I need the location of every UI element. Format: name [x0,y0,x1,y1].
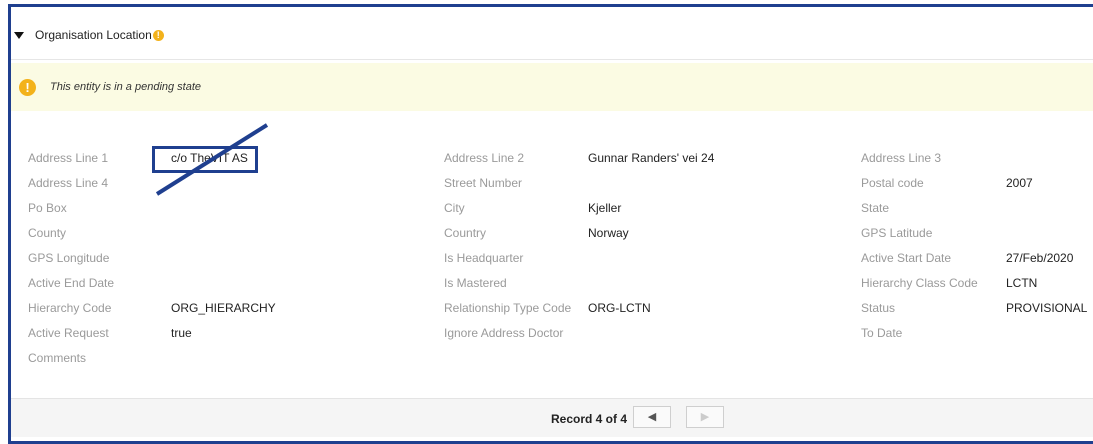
field-label: County [28,226,67,240]
pending-state-banner: ! This entity is in a pending state [11,63,1093,111]
next-record-button[interactable]: ▶ [686,406,724,428]
field-row: Comments [11,347,1093,372]
previous-record-button[interactable]: ◀ [633,406,671,428]
field-value: true [171,326,192,340]
field-value: 27/Feb/2020 [1006,251,1074,265]
field-label: Ignore Address Doctor [444,326,564,340]
field-row: Hierarchy Code ORG_HIERARCHY Relationship … [11,297,1093,322]
field-value: Norway [588,226,629,240]
pending-state-text: This entity is in a pending state [50,81,202,93]
field-label: Country [444,226,487,240]
field-label: Active Start Date [861,251,952,265]
field-value: Kjeller [588,201,622,215]
pager-bar: Record 4 of 4 ◀ ▶ [11,398,1093,437]
section-title: Organisation Location [35,28,152,42]
record-counter: Record 4 of 4 [551,412,628,426]
warning-icon: ! [152,29,164,41]
warning-icon: ! [19,78,36,96]
field-value: ORG-LCTN [588,301,651,315]
fields-grid: Address Line 1 c/o TheVIT AS Address Line … [11,147,1093,372]
field-label: Hierarchy Code [28,301,112,315]
field-row: Active Request true Ignore Address Doctor T… [11,322,1093,347]
field-label: State [861,201,890,215]
chevron-right-icon: ▶ [700,411,710,423]
field-label: Street Number [444,176,523,190]
field-row: County Country Norway GPS Latitude [11,222,1093,247]
field-label: Active Request [28,326,109,340]
field-label: Postal code [861,176,924,190]
field-label: Address Line 4 [28,176,109,190]
chevron-left-icon: ◀ [647,411,657,423]
annotation-box [152,146,258,173]
organisation-location-panel: Organisation Location ! ! This entity is… [8,4,1093,444]
field-label: GPS Longitude [28,251,110,265]
field-label: Comments [28,351,87,365]
field-value: PROVISIONAL [1006,301,1088,315]
field-row: Address Line 4 Street Number Postal code 20… [11,172,1093,197]
field-label: Is Mastered [444,276,507,290]
field-row: GPS Longitude Is Headquarter Active Start … [11,247,1093,272]
field-label: Relationship Type Code [444,301,572,315]
field-row: Po Box City Kjeller State [11,197,1093,222]
field-label: Is Headquarter [444,251,524,265]
section-header[interactable]: Organisation Location ! [11,19,1093,51]
field-value: Gunnar Randers' vei 24 [588,151,715,165]
field-label: Hierarchy Class Code [861,276,978,290]
field-value: 2007 [1006,176,1033,190]
field-value: LCTN [1006,276,1038,290]
divider [11,59,1093,60]
field-label: Address Line 3 [861,151,942,165]
field-label: To Date [861,326,903,340]
field-label: Address Line 2 [444,151,525,165]
field-value: ORG_HIERARCHY [171,301,276,315]
collapse-caret-icon[interactable] [14,31,24,39]
field-label: Po Box [28,201,67,215]
field-label: Active End Date [28,276,115,290]
field-label: City [444,201,465,215]
field-label: GPS Latitude [861,226,933,240]
field-label: Address Line 1 [28,151,109,165]
field-row: Active End Date Is Mastered Hierarchy Clas… [11,272,1093,297]
field-label: Status [861,301,896,315]
